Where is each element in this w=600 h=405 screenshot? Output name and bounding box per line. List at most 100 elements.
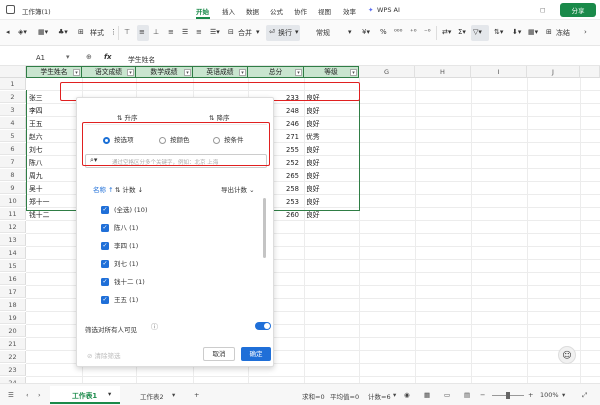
- filter-dropdown-icon[interactable]: ▾: [350, 69, 357, 76]
- cell-grade[interactable]: 良好: [306, 118, 356, 130]
- cell-student-name[interactable]: 陈八: [29, 157, 77, 169]
- cancel-button[interactable]: 取消: [203, 347, 235, 361]
- row-header[interactable]: 4: [0, 117, 26, 129]
- freeze-icon[interactable]: ⊞: [546, 28, 552, 36]
- col-header-k[interactable]: [580, 66, 600, 78]
- view-page-icon[interactable]: ▭: [444, 391, 450, 399]
- prev-sheet-icon[interactable]: ‹: [26, 391, 29, 399]
- formula-input[interactable]: 学生姓名: [128, 54, 155, 64]
- filter-dropdown-icon[interactable]: ▾: [73, 69, 80, 76]
- cell-student-name[interactable]: 周九: [29, 170, 77, 182]
- border-icon[interactable]: ▦▾: [38, 28, 48, 36]
- sheet-tab-1[interactable]: 工作表1 ▾: [50, 386, 120, 404]
- sort-asc-button[interactable]: ⇅ 升序: [117, 112, 138, 122]
- view-pagebreak-icon[interactable]: ▤: [464, 391, 470, 399]
- merge-chevron-down-icon[interactable]: ▾: [256, 28, 260, 36]
- merge-icon[interactable]: ⊟: [228, 28, 234, 36]
- sheet-tab-2[interactable]: 工作表2: [140, 391, 164, 401]
- cell-total[interactable]: 255: [286, 144, 302, 156]
- cell-student-name[interactable]: 钱十二: [29, 209, 77, 221]
- currency-icon[interactable]: ¥▾: [362, 28, 370, 36]
- cell-student-name[interactable]: 赵六: [29, 131, 77, 143]
- row-header[interactable]: 10: [0, 195, 26, 207]
- checkbox-checked-icon[interactable]: ✓: [101, 278, 109, 286]
- comment-icon[interactable]: ◻: [540, 6, 545, 14]
- filter-list-item[interactable]: ✓ 王五 (1): [101, 294, 138, 304]
- cell-grade[interactable]: 良好: [306, 157, 356, 169]
- back-chevron-icon[interactable]: ◂: [6, 28, 10, 36]
- row-header[interactable]: 11: [0, 208, 26, 220]
- view-normal-icon[interactable]: ▦: [424, 391, 430, 399]
- cell-grade[interactable]: 良好: [306, 196, 356, 208]
- col-header-g[interactable]: G: [359, 66, 415, 78]
- number-format-select[interactable]: 常规: [316, 28, 330, 38]
- header-english[interactable]: 英语成绩 ▾: [193, 66, 248, 78]
- cell-grade[interactable]: 良好: [306, 170, 356, 182]
- more-icon[interactable]: ⋮: [110, 28, 117, 36]
- align-justify-icon[interactable]: ☰▾: [210, 28, 220, 36]
- fx-label[interactable]: fx: [104, 53, 112, 61]
- row-header[interactable]: 5: [0, 130, 26, 142]
- fill-color-icon[interactable]: ◈▾: [18, 28, 27, 36]
- percent-icon[interactable]: %: [380, 28, 387, 36]
- wrap-chevron-down-icon[interactable]: ▾: [295, 28, 299, 36]
- filter-list-item[interactable]: ✓ 刘七 (1): [101, 258, 138, 268]
- header-total[interactable]: 总分 ▾: [248, 66, 304, 78]
- cell-total[interactable]: 258: [286, 183, 302, 195]
- filter-dropdown-icon[interactable]: ▾: [127, 69, 134, 76]
- header-student-name[interactable]: 学生姓名 ▾: [26, 66, 82, 78]
- clear-filter-button[interactable]: ⊘ 清除筛选: [87, 350, 121, 360]
- share-button[interactable]: 分享: [560, 3, 596, 17]
- cell-grade[interactable]: 良好: [306, 105, 356, 117]
- cell-reference-box[interactable]: A1: [36, 54, 45, 62]
- next-sheet-icon[interactable]: ›: [38, 391, 41, 399]
- sort-desc-button[interactable]: ⇅ 降序: [209, 112, 230, 122]
- row-header[interactable]: 23: [0, 364, 26, 376]
- cell-student-name[interactable]: 郑十一: [29, 196, 77, 208]
- help-icon[interactable]: ⓘ: [151, 322, 158, 332]
- cell-icon[interactable]: ▦▾: [528, 28, 538, 36]
- cell-grade[interactable]: 良好: [306, 144, 356, 156]
- row-header[interactable]: 21: [0, 338, 26, 350]
- row-header[interactable]: 16: [0, 273, 26, 285]
- tab-formula[interactable]: 公式: [270, 6, 283, 16]
- cell-total[interactable]: 252: [286, 157, 302, 169]
- checkbox-checked-icon[interactable]: ✓: [101, 242, 109, 250]
- filter-dropdown-icon[interactable]: ▾: [295, 69, 302, 76]
- filter-icon[interactable]: ▽▾: [473, 28, 482, 36]
- freeze-button[interactable]: 冻结: [556, 28, 570, 38]
- toolbar-more-icon[interactable]: ›: [584, 28, 587, 36]
- wps-ai-button[interactable]: WPS AI: [377, 6, 400, 14]
- row-header[interactable]: 3: [0, 104, 26, 116]
- row-header[interactable]: 9: [0, 182, 26, 194]
- align-center-icon[interactable]: ☰: [182, 28, 188, 36]
- export-count-button[interactable]: 导出计数 ⌄: [221, 184, 255, 194]
- tab-home[interactable]: 开始: [196, 6, 209, 16]
- header-chinese[interactable]: 语文成绩 ▾: [82, 66, 136, 78]
- checkbox-checked-icon[interactable]: ✓: [101, 206, 109, 214]
- row-header[interactable]: 19: [0, 312, 26, 324]
- wrap-icon[interactable]: ⏎: [269, 28, 275, 36]
- view-eye-icon[interactable]: ◉: [404, 391, 410, 399]
- list-header-name[interactable]: 名称 ↑: [93, 184, 114, 194]
- tab-insert[interactable]: 插入: [222, 6, 235, 16]
- row-header[interactable]: 18: [0, 299, 26, 311]
- tab-collab[interactable]: 协作: [294, 6, 307, 16]
- filter-dropdown-icon[interactable]: ▾: [239, 69, 246, 76]
- style-button[interactable]: 样式: [90, 28, 104, 38]
- paint-icon[interactable]: ♣▾: [58, 28, 68, 36]
- col-header-j[interactable]: J: [527, 66, 580, 78]
- row-header[interactable]: 8: [0, 169, 26, 181]
- number-format-chevron-icon[interactable]: ▾: [348, 28, 352, 36]
- cell-total[interactable]: 265: [286, 170, 302, 182]
- sheets-menu-icon[interactable]: ☰: [8, 391, 14, 399]
- cell-student-name[interactable]: 吴十: [29, 183, 77, 195]
- align-right-icon[interactable]: ≡: [196, 28, 202, 36]
- row-header[interactable]: 14: [0, 247, 26, 259]
- cell-ref-chevron-icon[interactable]: ▾: [66, 53, 70, 61]
- cell-total[interactable]: 271: [286, 131, 302, 143]
- row-header[interactable]: 13: [0, 234, 26, 246]
- fullscreen-icon[interactable]: ⤢: [582, 391, 587, 400]
- header-grade[interactable]: 等级 ▾: [304, 66, 359, 78]
- align-left-icon[interactable]: ≡: [168, 28, 174, 36]
